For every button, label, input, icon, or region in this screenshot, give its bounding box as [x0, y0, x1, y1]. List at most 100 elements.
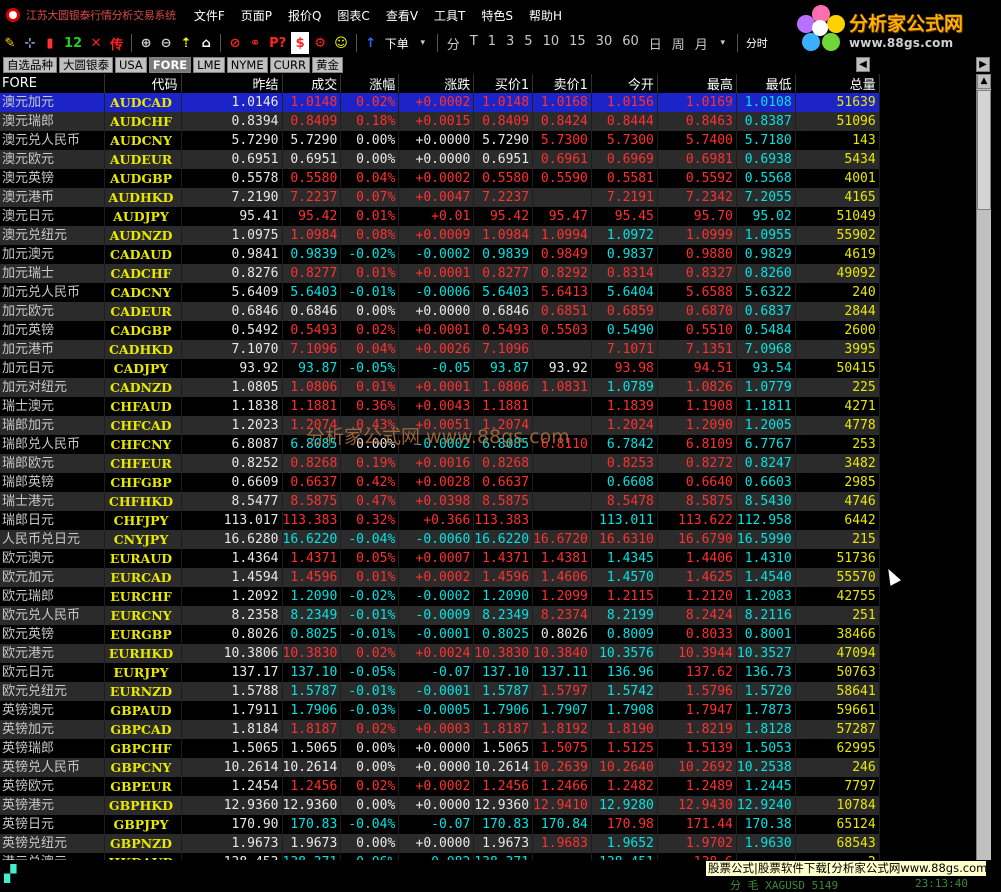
table-row[interactable]: 英镑瑞郎 GBPCHF 1.5065 1.5065 0.00% +0.0000 1.5065…	[0, 739, 880, 758]
table-row[interactable]: 欧元港元 EURHKD 10.3806 10.3830 0.02% +0.0024 10.3…	[0, 644, 880, 663]
column-header[interactable]: 今开	[591, 74, 658, 93]
table-row[interactable]: 瑞士澳元 CHFAUD 1.1838 1.1881 0.36% +0.0043 1.1881…	[0, 397, 880, 416]
column-header[interactable]: 昨结	[181, 74, 283, 93]
smiley-icon[interactable]: ☺	[331, 32, 351, 54]
table-row[interactable]: 加元澳元 CADAUD 0.9841 0.9839 -0.02% -0.0002 0.983…	[0, 245, 880, 264]
table-row[interactable]: 英镑兑人民币 GBPCNY 10.2614 10.2614 0.00% +0.0000 10…	[0, 758, 880, 777]
table-row[interactable]: 瑞郎欧元 CHFEUR 0.8252 0.8268 0.19% +0.0016 0.8268…	[0, 454, 880, 473]
menu-chart[interactable]: 图表C	[329, 7, 377, 24]
period-button[interactable]: 5	[519, 34, 537, 53]
period-button[interactable]: 30	[591, 34, 618, 53]
table-row[interactable]: 澳元欧元 AUDEUR 0.6951 0.6951 0.00% +0.0000 0.6951…	[0, 150, 880, 169]
gear-icon[interactable]: ⚙	[311, 32, 329, 54]
table-row[interactable]: 澳元瑞郎 AUDCHF 0.8394 0.8409 0.18% +0.0015 0.8409…	[0, 112, 880, 131]
help-icon[interactable]: P?	[266, 32, 289, 54]
column-header[interactable]: 买价1	[473, 74, 534, 93]
table-row[interactable]: 人民币兑日元 CNYJPY 16.6280 16.6220 -0.04% -0.0060 1…	[0, 530, 880, 549]
column-header[interactable]: 涨跌	[398, 74, 475, 93]
table-row[interactable]: 欧元兑纽元 EURNZD 1.5788 1.5787 -0.01% -0.0001 1.57…	[0, 682, 880, 701]
table-row[interactable]: 加元对纽元 CADNZD 1.0805 1.0806 0.01% +0.0001 1.080…	[0, 378, 880, 397]
table-row[interactable]: 澳元加元 AUDCAD 1.0146 1.0148 0.02% +0.0002 1.0148…	[0, 93, 880, 112]
chevron-down-icon[interactable]: ▾	[414, 32, 432, 54]
period-button[interactable]: 60	[617, 34, 644, 53]
menu-page[interactable]: 页面P	[233, 7, 280, 24]
table-row[interactable]: 澳元日元 AUDJPY 95.41 95.42 0.01% +0.01 95.42 95.47…	[0, 207, 880, 226]
table-row[interactable]: 英镑澳元 GBPAUD 1.7911 1.7906 -0.03% -0.0005 1.790…	[0, 701, 880, 720]
table-row[interactable]: 欧元瑞郎 EURCHF 1.2092 1.2090 -0.02% -0.0002 1.209…	[0, 587, 880, 606]
table-row[interactable]: 加元兑人民币 CADCNY 5.6409 5.6403 -0.01% -0.0006 5.6…	[0, 283, 880, 302]
period-button[interactable]: 1	[483, 34, 501, 53]
menu-help[interactable]: 帮助H	[521, 7, 570, 24]
connection-icon[interactable]: ▞	[4, 864, 28, 886]
pen-tool-icon[interactable]: ✎	[1, 32, 19, 54]
tab-curr[interactable]: CURR	[269, 57, 311, 73]
close-icon[interactable]: ✕	[87, 32, 105, 54]
status-banner[interactable]: 股票公式|股票软件下载[分析家公式网www.88gs.com]	[705, 860, 987, 877]
column-header[interactable]: 卖价1	[532, 74, 592, 93]
table-row[interactable]: 瑞郎英镑 CHFGBP 0.6609 0.6637 0.42% +0.0028 0.6637…	[0, 473, 880, 492]
table-row[interactable]: 加元英镑 CADGBP 0.5492 0.5493 0.02% +0.0001 0.5493…	[0, 321, 880, 340]
table-row[interactable]: 欧元兑人民币 EURCNY 8.2358 8.2349 -0.01% -0.0009 8.2…	[0, 606, 880, 625]
table-row[interactable]: 瑞郎兑人民币 CHFCNY 6.8087 6.8085 0.00% -0.0002 6.80…	[0, 435, 880, 454]
table-row[interactable]: 瑞郎日元 CHFJPY 113.017 113.383 0.32% +0.366 113.3…	[0, 511, 880, 530]
period-button[interactable]: 周	[667, 34, 690, 53]
tab-scroll-right-icon[interactable]: ▶	[976, 57, 990, 72]
table-row[interactable]: 瑞郎加元 CHFCAD 1.2023 1.2074 0.43% +0.0051 1.2074…	[0, 416, 880, 435]
table-row[interactable]: 加元欧元 CADEUR 0.6846 0.6846 0.00% +0.0000 0.6846…	[0, 302, 880, 321]
chevron-down-icon[interactable]: ▾	[714, 32, 732, 54]
scroll-up-icon[interactable]: ▲	[977, 74, 991, 89]
column-header[interactable]: 成交	[282, 74, 342, 93]
table-row[interactable]: 澳元兑人民币 AUDCNY 5.7290 5.7290 0.00% +0.0000 5.72…	[0, 131, 880, 150]
trade-icon[interactable]: 传	[107, 32, 126, 54]
tab-lme[interactable]: LME	[193, 57, 225, 73]
table-row[interactable]: 澳元港币 AUDHKD 7.2190 7.2237 0.07% +0.0047 7.2237…	[0, 188, 880, 207]
period-button[interactable]: 月	[690, 34, 713, 53]
table-row[interactable]: 瑞士港元 CHFHKD 8.5477 8.5875 0.47% +0.0398 8.5875…	[0, 492, 880, 511]
menu-special[interactable]: 特色S	[473, 7, 521, 24]
column-header[interactable]: 最低	[736, 74, 796, 93]
table-row[interactable]: 加元日元 CADJPY 93.92 93.87 -0.05% -0.05 93.87 93.9…	[0, 359, 880, 378]
tab-黄金[interactable]: 黄金	[312, 57, 344, 73]
zoom-in-icon[interactable]: ⊕	[137, 32, 155, 54]
table-row[interactable]: 欧元英镑 EURGBP 0.8026 0.8025 -0.01% -0.0001 0.802…	[0, 625, 880, 644]
column-header[interactable]: 总量	[795, 74, 880, 93]
order-icon[interactable]: ↑	[362, 32, 380, 54]
table-row[interactable]: 澳元英镑 AUDGBP 0.5578 0.5580 0.04% +0.0002 0.5580…	[0, 169, 880, 188]
vertical-scrollbar[interactable]: ▲	[976, 74, 991, 860]
app-logo-icon[interactable]	[6, 8, 20, 22]
table-row[interactable]: 英镑兑纽元 GBPNZD 1.9673 1.9673 0.00% +0.0000 1.967…	[0, 834, 880, 853]
table-row[interactable]: 加元瑞士 CADCHF 0.8276 0.8277 0.01% +0.0001 0.8277…	[0, 264, 880, 283]
table-row[interactable]: 欧元加元 EURCAD 1.4594 1.4596 0.01% +0.0002 1.4596…	[0, 568, 880, 587]
column-header[interactable]: 涨幅	[340, 74, 400, 93]
table-row[interactable]: 欧元澳元 EURAUD 1.4364 1.4371 0.05% +0.0007 1.4371…	[0, 549, 880, 568]
period-button[interactable]: 3	[501, 34, 519, 53]
menu-tools[interactable]: 工具T	[426, 7, 473, 24]
period-button[interactable]: 10	[538, 34, 565, 53]
tab-usa[interactable]: USA	[115, 57, 147, 73]
crosshair-icon[interactable]: ⊹	[21, 32, 39, 54]
period-button[interactable]: T	[465, 34, 483, 53]
table-row[interactable]: 英镑加元 GBPCAD 1.8184 1.8187 0.02% +0.0003 1.8187…	[0, 720, 880, 739]
binoculars-icon[interactable]: ⚭	[246, 32, 264, 54]
tab-大圆银泰[interactable]: 大圆银泰	[59, 57, 113, 73]
table-row[interactable]: 英镑欧元 GBPEUR 1.2454 1.2456 0.02% +0.0002 1.2456…	[0, 777, 880, 796]
menu-quote[interactable]: 报价Q	[280, 7, 329, 24]
tab-fore[interactable]: FORE	[148, 57, 192, 73]
tab-nyme[interactable]: NYME	[226, 57, 268, 73]
tab-自选品种[interactable]: 自选品种	[3, 57, 57, 73]
menu-file[interactable]: 文件F	[186, 7, 233, 24]
column-header[interactable]: 最高	[657, 74, 737, 93]
scroll-thumb[interactable]	[977, 90, 991, 210]
order-button[interactable]: 下单	[382, 32, 412, 54]
period-button[interactable]: 日	[644, 34, 667, 53]
table-row[interactable]: 澳元兑纽元 AUDNZD 1.0975 1.0984 0.08% +0.0009 1.098…	[0, 226, 880, 245]
pin-icon[interactable]: ⇡	[177, 32, 195, 54]
bar-chart-icon[interactable]: ▮	[41, 32, 59, 54]
zoom-out-icon[interactable]: ⊖	[157, 32, 175, 54]
menu-view[interactable]: 查看V	[378, 7, 426, 24]
dollar-icon[interactable]: $	[291, 32, 310, 54]
column-header[interactable]: 代码	[104, 74, 182, 93]
no-entry-icon[interactable]: ⊘	[226, 32, 244, 54]
intraday-button[interactable]: 分时	[742, 35, 772, 51]
table-row[interactable]: 欧元日元 EURJPY 137.17 137.10 -0.05% -0.07 137.10 1…	[0, 663, 880, 682]
